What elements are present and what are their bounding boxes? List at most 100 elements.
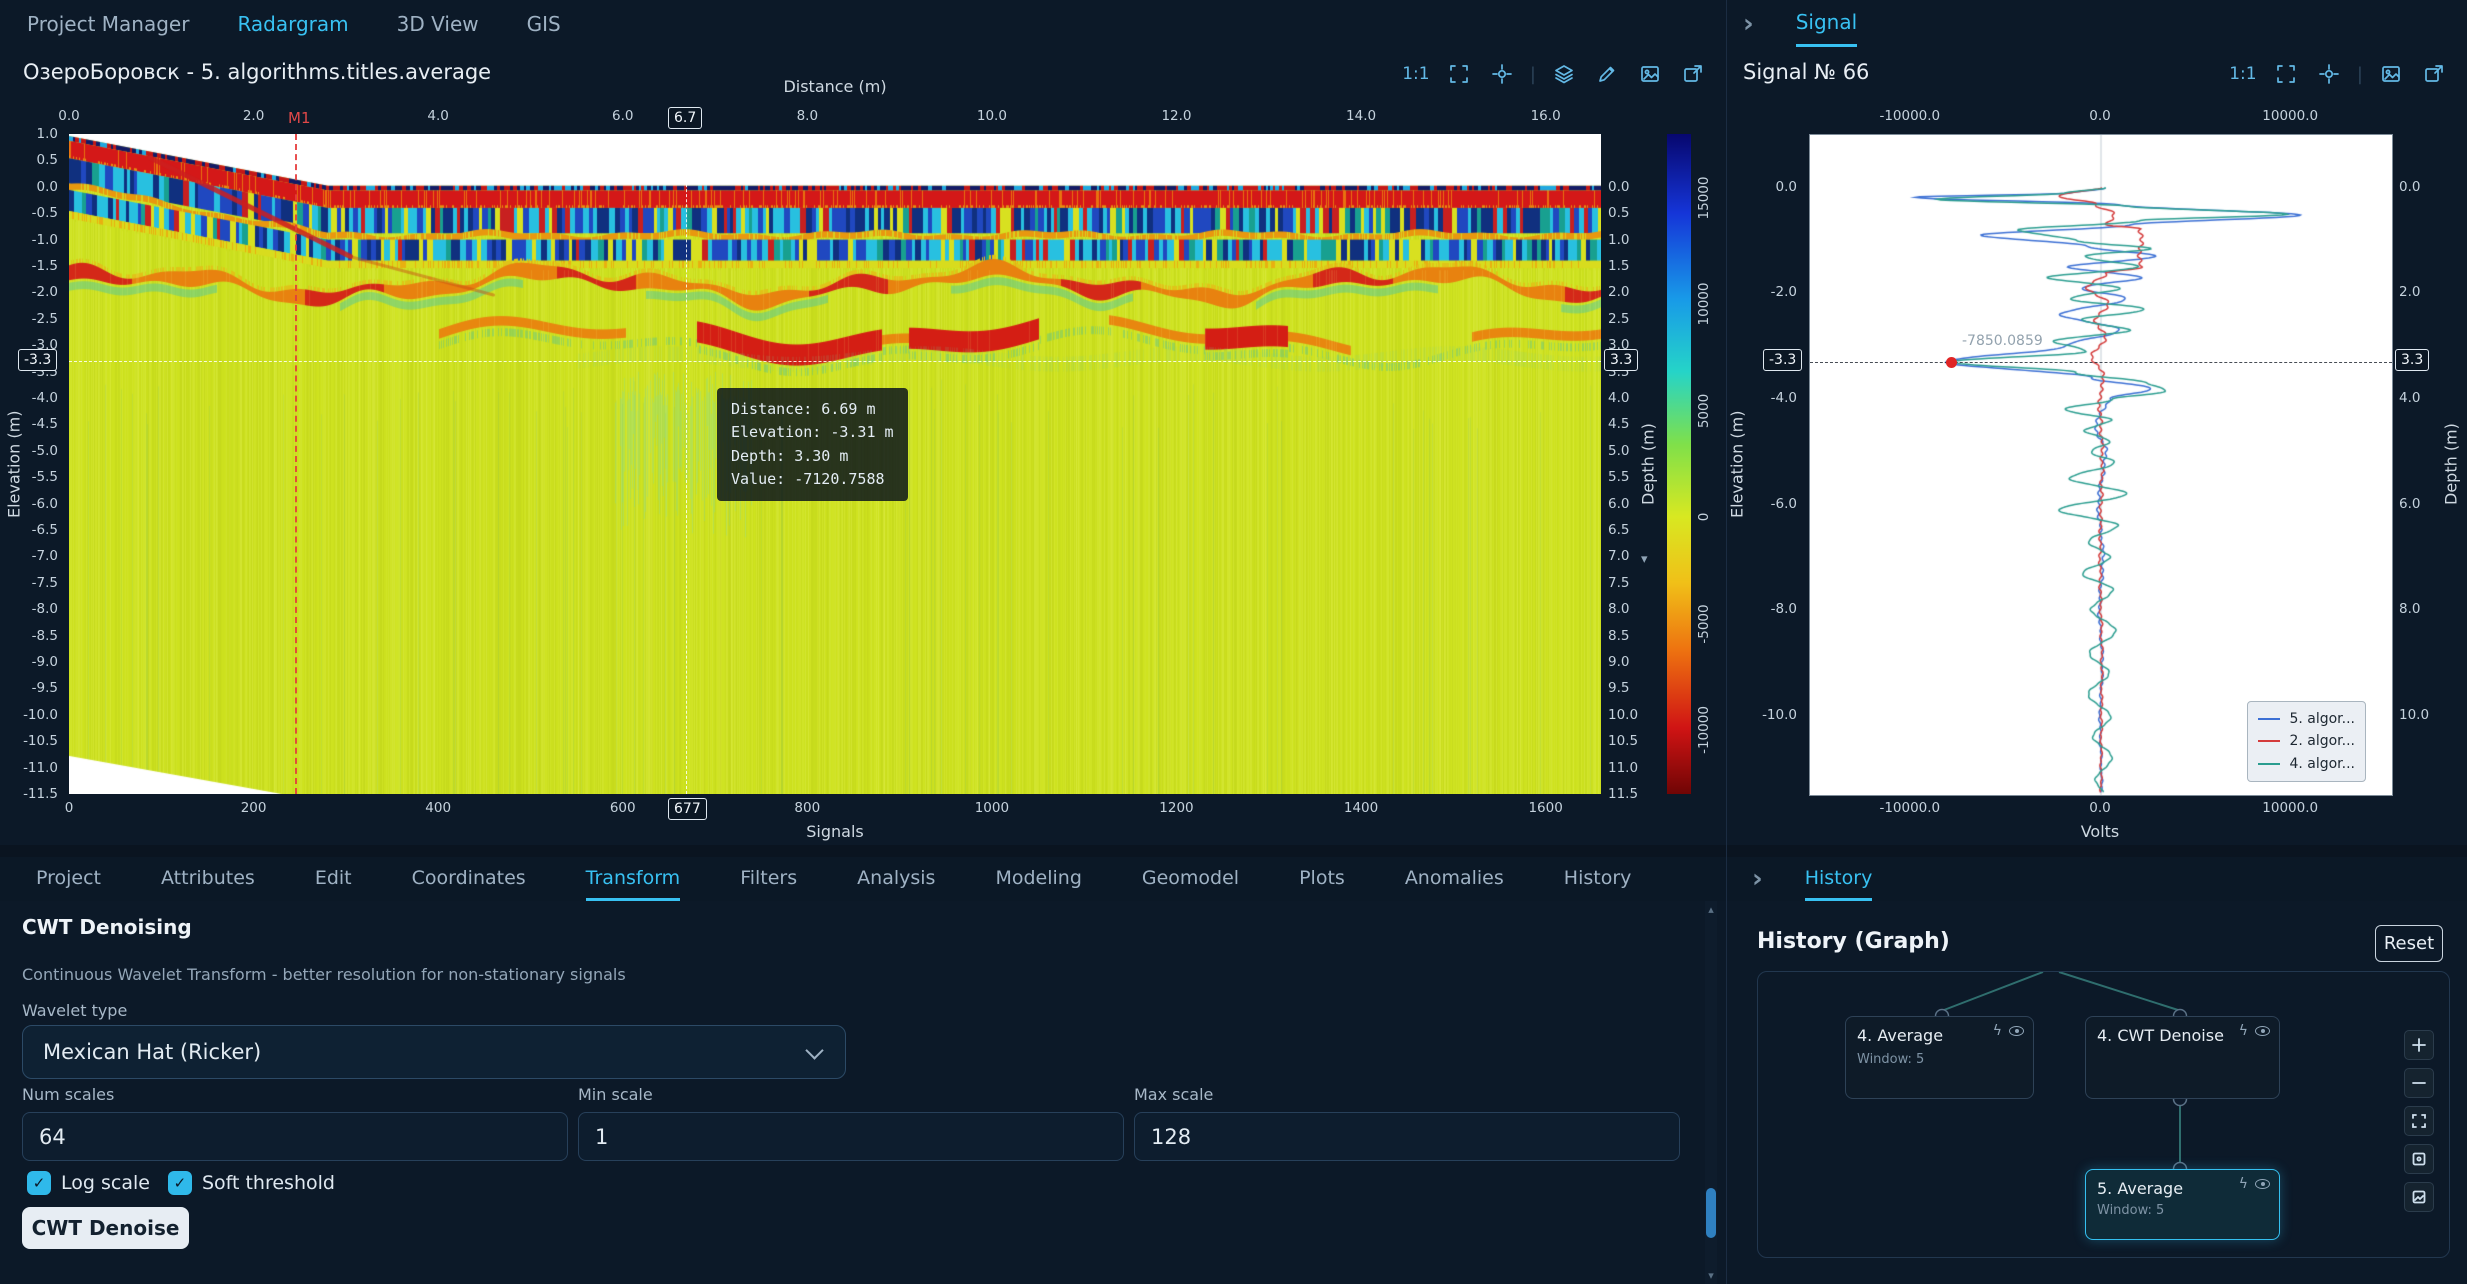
layers-icon[interactable] (1549, 59, 1579, 89)
tick-label: 0.0 (1776, 179, 1797, 195)
tick-label: 600 (610, 800, 636, 816)
tick-label: 10.0 (2399, 707, 2429, 723)
snapshot-icon[interactable] (2376, 59, 2406, 89)
tick-label: 10000.0 (2262, 108, 2318, 124)
reset-button[interactable]: Reset (2375, 925, 2443, 962)
tick-label: -10.0 (23, 707, 58, 723)
tab-signal[interactable]: Signal (1796, 0, 1857, 47)
snapshot-icon[interactable] (1635, 59, 1665, 89)
legend-item[interactable]: 2. algor... (2258, 730, 2355, 752)
scrollbar[interactable]: ▴ ▾ (1705, 901, 1717, 1284)
signal-legend: 5. algor... 2. algor... 4. algor... (2247, 701, 2366, 782)
collapse-signal-panel-icon[interactable]: › (1743, 11, 1754, 37)
checkbox-option[interactable]: Soft threshold (168, 1171, 335, 1195)
panel-tab[interactable]: Filters (740, 857, 797, 901)
nav-tab[interactable]: Radargram (237, 12, 348, 36)
field-input[interactable] (1134, 1112, 1680, 1161)
scale-1-1-button[interactable]: 1:1 (1401, 59, 1431, 89)
node-title: 4. Average (1857, 1026, 1943, 1045)
tick-label: 0.0 (1608, 179, 1629, 195)
panel-tab[interactable]: Edit (315, 857, 352, 901)
panel-tab[interactable]: Modeling (995, 857, 1081, 901)
signal-plot[interactable]: -7850.0859 5. algor... 2. algor... 4. al… (1809, 134, 2393, 796)
tick-label: -7.0 (32, 548, 58, 564)
export-image-icon[interactable] (1678, 59, 1708, 89)
panel-tab[interactable]: Coordinates (412, 857, 526, 901)
draw-icon[interactable] (1592, 59, 1622, 89)
eye-icon[interactable] (2009, 1026, 2024, 1036)
history-node-cwt-denoise[interactable]: 4. CWT Denoise ϟ (2085, 1016, 2280, 1099)
panel-tab[interactable]: Geomodel (1142, 857, 1239, 901)
field-input[interactable] (578, 1112, 1124, 1161)
nav-tab[interactable]: Project Manager (27, 12, 189, 36)
radargram-plot[interactable]: Distance: 6.69 mElevation: -3.31 mDepth:… (69, 134, 1601, 794)
tick-label: -9.0 (32, 654, 58, 670)
checkbox-icon[interactable] (27, 1171, 51, 1195)
node-icons: ϟ (2239, 1024, 2270, 1038)
fullscreen-icon[interactable] (2271, 59, 2301, 89)
distance-axis-title: Distance (m) (69, 77, 1601, 96)
tick-label: -1.0 (32, 232, 58, 248)
signal-canvas[interactable] (1810, 135, 2392, 795)
colorbar-axis: 150001000050000-5000-10000 (1694, 134, 1714, 794)
export-image-icon[interactable] (2419, 59, 2449, 89)
panel-tab[interactable]: Project (36, 857, 101, 901)
panel-tab[interactable]: Transform (586, 857, 681, 901)
wavelet-type-select[interactable]: Mexican Hat (Ricker) (22, 1025, 846, 1079)
scroll-up-icon[interactable]: ▴ (1705, 903, 1717, 916)
tick-label: 2.0 (243, 108, 264, 124)
signal-title: Signal № 66 (1743, 60, 1869, 84)
panel-divider (1726, 0, 1727, 1284)
eye-icon[interactable] (2255, 1026, 2270, 1036)
zoom-in-button[interactable] (2404, 1030, 2434, 1060)
signal-right-axis: 0.02.04.06.08.010.0 (2395, 134, 2439, 794)
eye-icon[interactable] (2255, 1179, 2270, 1189)
tick-label: 400 (425, 800, 451, 816)
field-input[interactable] (22, 1112, 568, 1161)
marker-m1-label[interactable]: M1 (288, 109, 311, 127)
tick-label: 1.5 (1608, 258, 1629, 274)
fit-view-icon[interactable] (2314, 59, 2344, 89)
checkbox-option[interactable]: Log scale (27, 1171, 150, 1195)
fit-view-button[interactable] (2404, 1106, 2434, 1136)
tick-label: 1600 (1528, 800, 1562, 816)
panel-tab[interactable]: History (1564, 857, 1632, 901)
history-node-average-4[interactable]: 4. Average Window: 5 ϟ (1845, 1016, 2034, 1099)
depth-axis-dropdown-icon[interactable]: ▾ (1641, 552, 1648, 567)
legend-label: 5. algor... (2289, 708, 2355, 730)
fullscreen-icon[interactable] (1444, 59, 1474, 89)
fit-view-icon[interactable] (1487, 59, 1517, 89)
tick-label: 0.0 (37, 179, 58, 195)
checkbox-icon[interactable] (168, 1171, 192, 1195)
crosshair-elevation-readout: -3.3 (1763, 349, 1802, 371)
panel-tab[interactable]: Analysis (857, 857, 935, 901)
history-node-average-5[interactable]: 5. Average Window: 5 ϟ (2085, 1169, 2280, 1240)
cwt-denoise-button[interactable]: CWT Denoise (22, 1207, 189, 1249)
wavelet-type-value: Mexican Hat (Ricker) (43, 1040, 261, 1064)
tab-history[interactable]: History (1805, 857, 1873, 901)
history-graph[interactable]: 4. Average Window: 5 ϟ 4. CWT Denoise ϟ … (1757, 971, 2450, 1258)
scroll-down-icon[interactable]: ▾ (1705, 1269, 1717, 1282)
panel-tab[interactable]: Plots (1299, 857, 1345, 901)
scale-1-1-button[interactable]: 1:1 (2228, 59, 2258, 89)
tick-label: -8.0 (32, 601, 58, 617)
nav-tab[interactable]: GIS (527, 12, 561, 36)
tick-label: -8.0 (1771, 601, 1797, 617)
export-image-button[interactable] (2404, 1182, 2434, 1212)
tick-label: 2.0 (1608, 284, 1629, 300)
panel-tab[interactable]: Anomalies (1405, 857, 1504, 901)
radargram-panel: ОзероБоровск - 5. algorithms.titles.aver… (0, 47, 1726, 845)
tick-label: -4.0 (1771, 390, 1797, 406)
panel-tab[interactable]: Attributes (161, 857, 255, 901)
collapse-history-panel-icon[interactable]: › (1752, 866, 1763, 892)
zoom-out-button[interactable] (2404, 1068, 2434, 1098)
nav-tab[interactable]: 3D View (397, 12, 479, 36)
scrollbar-thumb[interactable] (1706, 1188, 1716, 1238)
frame-button[interactable] (2404, 1144, 2434, 1174)
node-title: 5. Average (2097, 1179, 2183, 1198)
top-nav: Project Manager Radargram 3D View GIS › Sig… (0, 0, 2467, 48)
signal-top-axis: -10000.00.010000.0 (1809, 106, 2391, 128)
legend-item[interactable]: 5. algor... (2258, 708, 2355, 730)
tick-label: 0.0 (58, 108, 79, 124)
legend-item[interactable]: 4. algor... (2258, 753, 2355, 775)
